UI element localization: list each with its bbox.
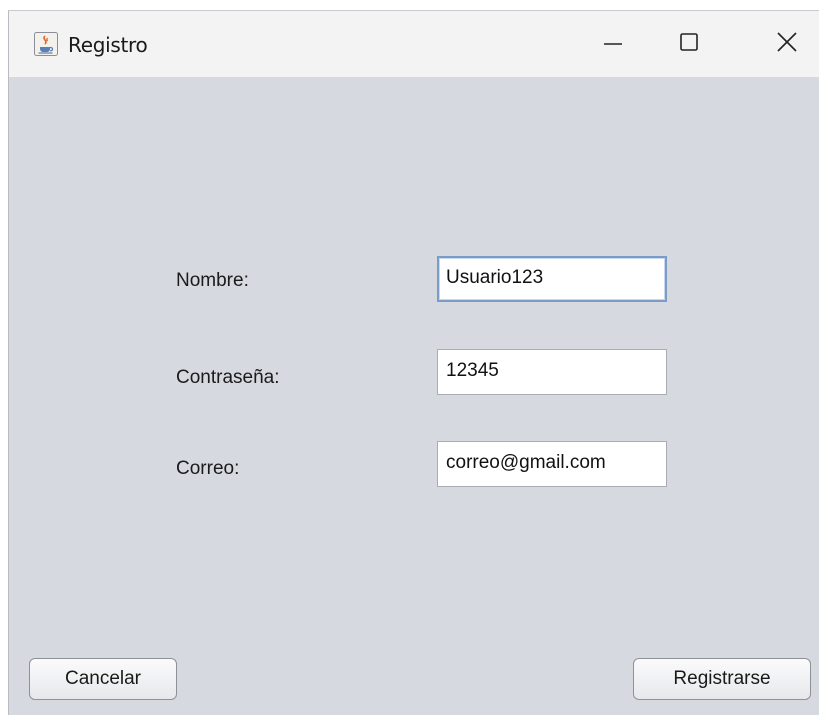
title-bar[interactable]: Registro — [9, 11, 819, 77]
minimize-button[interactable] — [583, 19, 643, 69]
java-cup-icon — [34, 32, 58, 56]
correo-label: Correo: — [176, 458, 240, 479]
contrasena-field[interactable]: 12345 — [437, 349, 667, 395]
correo-field[interactable]: correo@gmail.com — [437, 441, 667, 487]
maximize-icon — [678, 31, 700, 58]
cancel-button[interactable]: Cancelar — [29, 658, 177, 700]
close-button[interactable] — [757, 19, 817, 69]
maximize-button[interactable] — [659, 19, 719, 69]
close-icon — [776, 31, 798, 58]
nombre-field[interactable]: Usuario123 — [437, 256, 667, 302]
registro-window: Registro Nombre: Usuario123 Contraseña: … — [8, 10, 819, 715]
cancel-button-label: Cancelar — [64, 668, 142, 689]
window-title: Registro — [68, 33, 148, 57]
minimize-icon — [602, 31, 624, 58]
contrasena-label: Contraseña: — [176, 367, 280, 388]
register-button-label: Registrarse — [673, 668, 771, 689]
register-button[interactable]: Registrarse — [633, 658, 811, 700]
nombre-label: Nombre: — [176, 270, 249, 291]
